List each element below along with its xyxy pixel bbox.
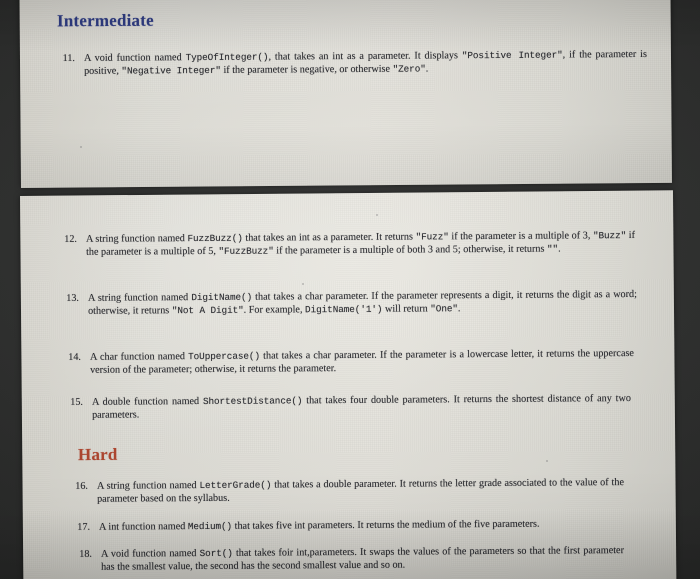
exercise-item-16: 16. A string function named LetterGrade(…	[66, 476, 624, 507]
exercise-number: 16.	[75, 480, 88, 492]
exercise-text: A void function named TypeOfInteger(), t…	[83, 48, 647, 78]
exercise-text: A string function named LetterGrade() th…	[96, 477, 624, 506]
exercise-number: 18.	[79, 548, 92, 560]
paper-speck	[546, 460, 548, 462]
exercise-number: 12.	[64, 233, 77, 245]
exercise-number: 15.	[70, 396, 83, 408]
textbook-page-photo: Intermediate 11. A void function named T…	[0, 0, 700, 579]
section-heading-hard: Hard	[77, 444, 118, 465]
exercise-item-15: 15. A double function named ShortestDist…	[61, 392, 631, 423]
exercise-number: 17.	[77, 521, 91, 533]
paper-speck	[349, 554, 351, 556]
exercise-item-11: 11. A void function named TypeOfInteger(…	[53, 48, 647, 79]
paper-speck	[80, 146, 82, 148]
exercise-text: A char function named ToUppercase() that…	[89, 347, 634, 377]
exercise-number: 13.	[66, 292, 79, 304]
exercise-item-18: 18. A void function named Sort() that ta…	[70, 544, 624, 575]
exercise-text: A void function named Sort() that takes …	[100, 545, 624, 574]
section-heading-intermediate: Intermediate	[56, 10, 154, 31]
exercise-number: 14.	[68, 351, 81, 363]
exercise-number: 11.	[62, 52, 75, 65]
exercise-item-14: 14. A char function named ToUppercase() …	[59, 347, 634, 378]
exercise-item-12: 12. A string function named FuzzBuzz() t…	[55, 229, 635, 260]
paper-speck	[302, 283, 304, 285]
paper-speck	[376, 214, 378, 216]
exercise-text: A double function named ShortestDistance…	[91, 393, 631, 422]
exercise-item-13: 13. A string function named DigitName() …	[57, 288, 637, 319]
exercise-text: A string function named FuzzBuzz() that …	[85, 229, 635, 259]
exercise-text: A string function named DigitName() that…	[87, 288, 637, 318]
